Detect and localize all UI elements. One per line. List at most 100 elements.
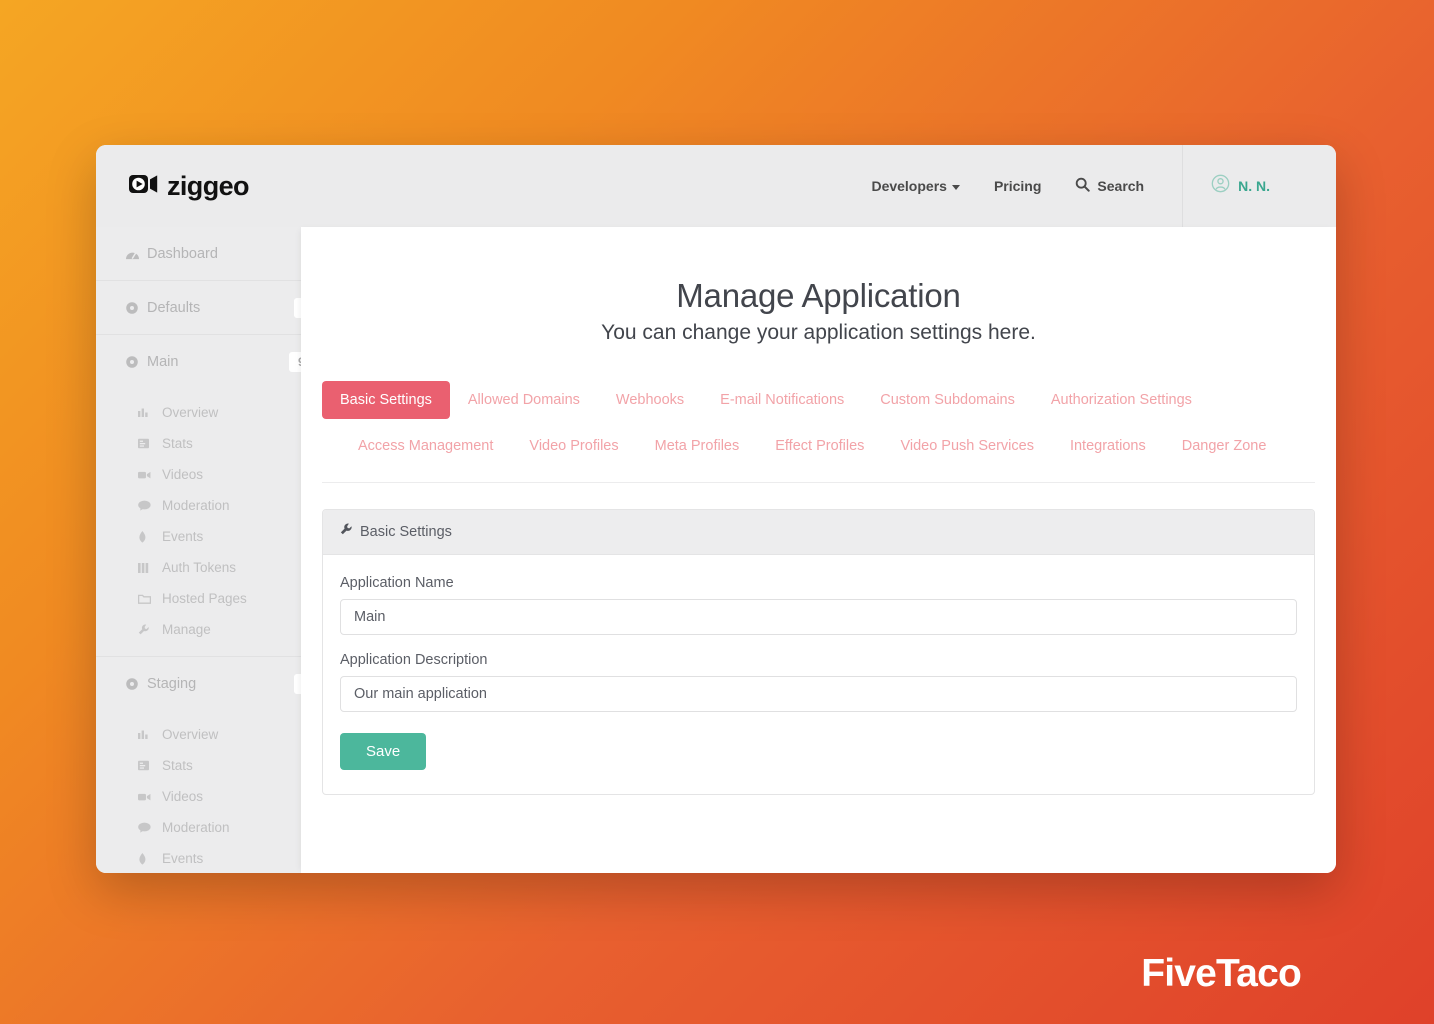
main-content: Manage Application You can change your a… xyxy=(301,227,1336,873)
nav-label-developers: Developers xyxy=(871,178,947,194)
sidebar-label-defaults: Defaults xyxy=(147,299,201,316)
sidebar-item-main-overview[interactable]: Overview xyxy=(96,397,301,428)
brand-name: ziggeo xyxy=(167,170,250,201)
nav-label-search: Search xyxy=(1097,178,1145,194)
label-application-name: Application Name xyxy=(340,575,454,591)
tab-video-push-services[interactable]: Video Push Services xyxy=(882,427,1052,465)
panel-header: Basic Settings xyxy=(323,510,1314,555)
nav-item-search[interactable]: Search xyxy=(1075,177,1144,195)
stats-icon xyxy=(138,438,154,449)
video-camera-icon xyxy=(138,792,154,802)
brand-logo[interactable]: ziggeo xyxy=(96,171,301,202)
sidebar-item-main-moderation[interactable]: Moderation xyxy=(96,490,301,521)
tab-effect-profiles[interactable]: Effect Profiles xyxy=(757,427,882,465)
user-circle-icon xyxy=(1211,174,1230,198)
sidebar-item-main-videos[interactable]: Videos xyxy=(96,459,301,490)
sidebar-label: Videos xyxy=(162,789,204,804)
page-title: Manage Application xyxy=(676,277,961,314)
tab-video-profiles[interactable]: Video Profiles xyxy=(511,427,636,465)
sidebar-item-staging-videos[interactable]: Videos xyxy=(96,781,301,812)
video-camera-icon xyxy=(138,470,154,480)
sidebar-label-staging: Staging xyxy=(147,675,197,692)
tabs-container: Basic Settings Allowed Domains Webhooks … xyxy=(322,381,1315,483)
tab-email-notifications[interactable]: E-mail Notifications xyxy=(702,381,862,419)
chevron-down-icon xyxy=(951,184,960,190)
application-name-input[interactable] xyxy=(340,599,1297,635)
dashboard-icon xyxy=(125,247,142,260)
bolt-icon xyxy=(138,852,154,865)
tabs-row-2: Access Management Video Profiles Meta Pr… xyxy=(322,427,1315,465)
app-window: ziggeo Developers Pricing Search N. N. D… xyxy=(96,145,1336,873)
sidebar-subnav-staging: Overview Stats Videos Moderation Events xyxy=(96,710,301,873)
gear-icon xyxy=(125,301,142,315)
sidebar-item-main-manage[interactable]: Manage xyxy=(96,614,301,645)
bar-chart-icon xyxy=(138,407,154,418)
save-button[interactable]: Save xyxy=(340,733,427,770)
gear-icon xyxy=(125,677,142,691)
sidebar-label: Moderation xyxy=(162,498,230,513)
gear-icon xyxy=(125,355,142,369)
sidebar-item-staging-stats[interactable]: Stats xyxy=(96,750,301,781)
folder-icon xyxy=(138,594,154,604)
panel-body: Application Name Application Description… xyxy=(323,555,1314,794)
user-menu[interactable]: N. N. xyxy=(1182,145,1314,227)
tab-custom-subdomains[interactable]: Custom Subdomains xyxy=(862,381,1033,419)
sidebar-item-staging-moderation[interactable]: Moderation xyxy=(96,812,301,843)
sidebar-label-main: Main xyxy=(147,353,179,370)
application-description-input[interactable] xyxy=(340,676,1297,712)
tab-webhooks[interactable]: Webhooks xyxy=(598,381,702,419)
sidebar-item-main-hosted-pages[interactable]: Hosted Pages xyxy=(96,583,301,614)
sidebar-label: Moderation xyxy=(162,820,230,835)
sidebar-item-dashboard[interactable]: Dashboard xyxy=(96,227,301,280)
sidebar-item-staging[interactable]: Staging 17 xyxy=(96,657,327,710)
sidebar-group-main: Main 927 Overview xyxy=(96,335,327,657)
sidebar-label: Manage xyxy=(162,622,211,637)
sidebar-group-defaults: Defaults 14 xyxy=(96,281,327,335)
sidebar-label: Overview xyxy=(162,405,219,420)
tab-access-management[interactable]: Access Management xyxy=(340,427,511,465)
tab-basic-settings[interactable]: Basic Settings xyxy=(322,381,450,419)
app-body: Dashboard Defaults 14 xyxy=(96,227,1336,873)
sidebar-item-staging-overview[interactable]: Overview xyxy=(96,719,301,750)
tabs-row-1: Basic Settings Allowed Domains Webhooks … xyxy=(322,381,1315,419)
sidebar-label: Videos xyxy=(162,467,204,482)
sidebar-item-defaults[interactable]: Defaults 14 xyxy=(96,281,327,334)
tab-integrations[interactable]: Integrations xyxy=(1052,427,1164,465)
sidebar-group-staging: Staging 17 Overview xyxy=(96,657,327,873)
sidebar-label: Events xyxy=(162,529,204,544)
bolt-icon xyxy=(138,530,154,543)
panel-title: Basic Settings xyxy=(360,524,452,540)
nav-item-developers[interactable]: Developers xyxy=(871,178,960,194)
basic-settings-panel: Basic Settings Application Name Applicat… xyxy=(322,509,1315,795)
top-navigation: Developers Pricing Search N. N. xyxy=(871,145,1336,227)
tab-allowed-domains[interactable]: Allowed Domains xyxy=(450,381,598,419)
sidebar-label: Auth Tokens xyxy=(162,560,237,575)
tab-danger-zone[interactable]: Danger Zone xyxy=(1164,427,1285,465)
comment-icon xyxy=(138,822,154,833)
sidebar-label: Stats xyxy=(162,436,193,451)
sidebar-label: Overview xyxy=(162,727,219,742)
wrench-icon xyxy=(138,623,154,636)
columns-icon xyxy=(138,562,154,573)
sidebar-item-main[interactable]: Main 927 xyxy=(96,335,327,388)
wrench-icon xyxy=(340,523,353,541)
sidebar-item-staging-events[interactable]: Events xyxy=(96,843,301,873)
watermark-fivetaco: FiveTaco xyxy=(1141,952,1302,995)
sidebar-label: Stats xyxy=(162,758,193,773)
sidebar-label: Hosted Pages xyxy=(162,591,247,606)
nav-item-pricing[interactable]: Pricing xyxy=(994,178,1041,194)
field-application-name: Application Name xyxy=(340,575,1297,635)
user-name: N. N. xyxy=(1238,178,1270,194)
tab-authorization-settings[interactable]: Authorization Settings xyxy=(1033,381,1210,419)
sidebar-item-main-auth-tokens[interactable]: Auth Tokens xyxy=(96,552,301,583)
bar-chart-icon xyxy=(138,729,154,740)
sidebar-label-dashboard: Dashboard xyxy=(147,245,218,262)
stats-icon xyxy=(138,760,154,771)
comment-icon xyxy=(138,500,154,511)
tab-meta-profiles[interactable]: Meta Profiles xyxy=(637,427,758,465)
sidebar-subnav-main: Overview Stats Videos Moderation Events … xyxy=(96,388,301,656)
sidebar-label: Events xyxy=(162,851,204,866)
sidebar-group-dashboard: Dashboard xyxy=(96,227,301,281)
sidebar-item-main-events[interactable]: Events xyxy=(96,521,301,552)
sidebar-item-main-stats[interactable]: Stats xyxy=(96,428,301,459)
